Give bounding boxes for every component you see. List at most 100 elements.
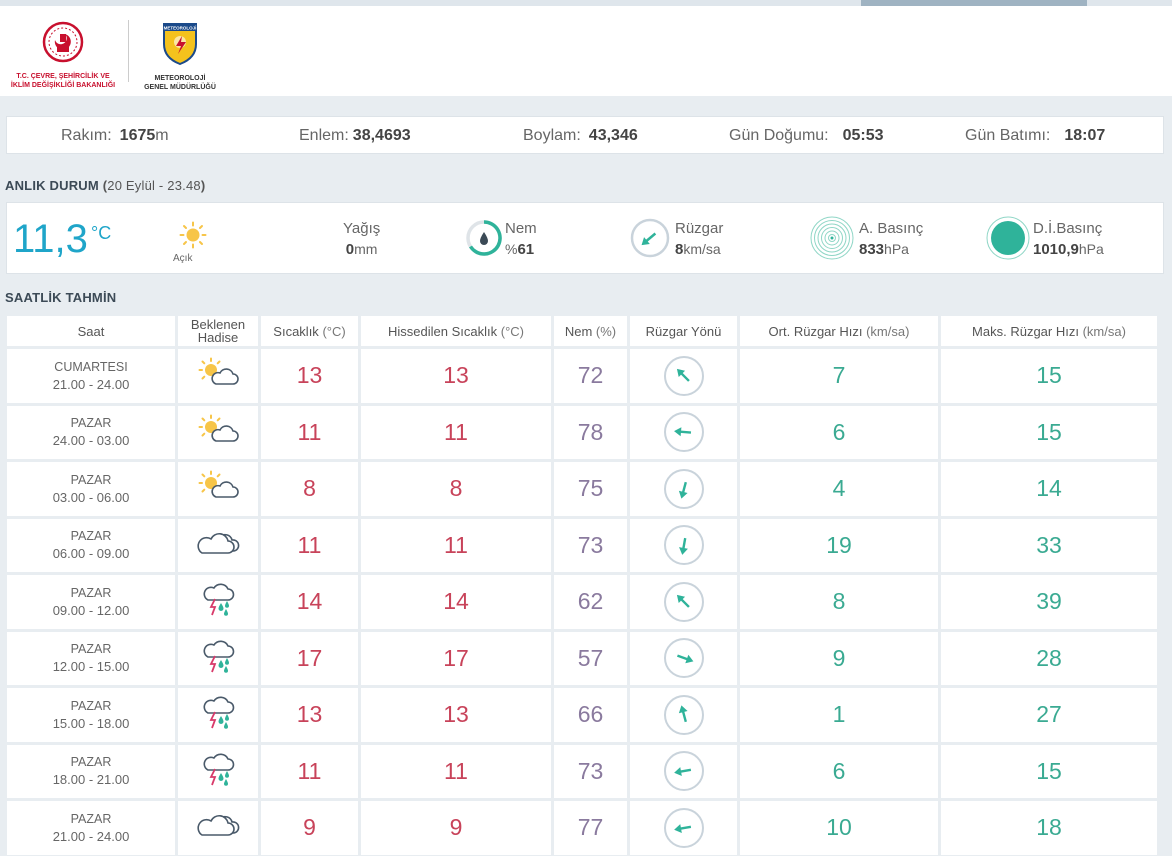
col-header-sicaklik-text: Sıcaklık [273,323,319,339]
ministry-name-line2: İKLİM DEĞİŞİKLİĞİ BAKANLIĞI [10,82,116,89]
cell-avg-wind: 4 [740,462,938,516]
mgm-logo[interactable]: METEOROLOJİ METEOROLOJİ GENEL MÜDÜRLÜĞÜ [138,20,222,92]
cell-wind-direction [630,801,737,855]
row-time-range: 09.00 - 12.00 [52,602,130,618]
current-temperature: 11,3 [13,217,88,261]
sea-level-pressure-value: 1010,9 [1033,241,1079,258]
latitude-info: Enlem: 38,4693 [299,127,411,145]
actual-pressure-label: A. Basınç [859,220,924,237]
cell-hadise [178,405,258,459]
wind-direction-arrow-icon [663,412,704,453]
cell-saat: Pazar 21.00 - 24.00 [7,801,175,855]
cell-feels-like: 9 [361,801,551,855]
cell-hadise [178,349,258,403]
col-header-saat: Saat [7,316,175,346]
wind-unit: km/sa [683,241,721,257]
col-header-sicaklik: Sıcaklık (°C) [261,316,358,346]
cell-max-wind: 39 [941,575,1157,629]
sea-level-pressure-unit: hPa [1078,241,1104,257]
humidity-gauge-icon [466,220,502,256]
row-day: Cumartesi [54,359,128,374]
latitude-label: Enlem: [299,127,349,144]
cell-temperature: 17 [261,631,358,685]
cell-humidity: 57 [554,631,627,685]
ministry-logo[interactable]: T.C. ÇEVRE, ŞEHİRCİLİK VE İKLİM DEĞİŞİKL… [6,20,120,92]
cell-avg-wind: 6 [740,405,938,459]
row-day: Pazar [70,755,112,770]
table-row: Pazar 18.00 - 21.00 11 11 73 6 15 [7,744,1157,798]
cell-max-wind: 15 [941,349,1157,403]
col-header-nem-unit: (%) [595,323,617,339]
cell-saat: Pazar 15.00 - 18.00 [7,688,175,742]
current-timestamp: 20 Eylül - 23.48 [107,178,201,193]
cell-humidity: 77 [554,801,627,855]
humidity-block: Nem %61 [505,219,537,260]
sunrise-info: Gün Doğumu: 05:53 [729,127,884,145]
col-header-hadise: Beklenen Hadise [178,316,258,346]
logo-divider [128,20,129,82]
cell-hadise [178,631,258,685]
cell-wind-direction [630,688,737,742]
precipitation-label: Yağış [343,220,381,237]
cell-avg-wind: 1 [740,688,938,742]
wind-direction-arrow-icon [663,638,704,679]
cell-feels-like: 11 [361,405,551,459]
row-day: Pazar [70,529,112,544]
cell-humidity: 73 [554,744,627,798]
wind-direction-icon [630,218,670,258]
cell-max-wind: 14 [941,462,1157,516]
cell-hadise [178,462,258,516]
longitude-info: Boylam: 43,346 [523,127,638,145]
cell-wind-direction [630,518,737,572]
cell-feels-like: 13 [361,349,551,403]
table-row: Pazar 06.00 - 09.00 11 11 73 19 33 [7,518,1157,572]
row-day: Pazar [70,472,112,487]
row-time-range: 18.00 - 21.00 [52,772,130,788]
table-row: Pazar 12.00 - 15.00 17 17 57 9 28 [7,631,1157,685]
table-row: Pazar 03.00 - 06.00 8 8 75 4 14 [7,462,1157,516]
actual-pressure-block: A. Basınç 833hPa [859,219,923,260]
pressure-rings-icon [810,216,854,260]
cell-wind-direction [630,575,737,629]
longitude-label: Boylam: [523,127,581,144]
cell-humidity: 72 [554,349,627,403]
sunset-label: Gün Batımı: [965,127,1051,144]
cell-hadise [178,688,258,742]
partly-cloudy-icon [196,357,240,393]
longitude-value: 43,346 [588,127,638,144]
cloudy-icon [194,532,242,563]
cell-saat: Pazar 18.00 - 21.00 [7,744,175,798]
col-header-maks-ruzgar-text: Maks. Rüzgar Hızı [972,323,1079,339]
location-info-bar: Rakım: 1675m Enlem: 38,4693 Boylam: 43,346 … [6,116,1164,154]
col-header-ruzgar-yonu: Rüzgar Yönü [630,316,737,346]
table-row: Pazar 09.00 - 12.00 14 14 62 8 39 [7,575,1157,629]
humidity-value: 61 [517,241,535,258]
sunrise-value: 05:53 [842,127,884,144]
cell-hadise [178,744,258,798]
col-header-ort-ruzgar-unit: (km/sa) [866,323,910,339]
actual-pressure-value: 833 [859,241,885,258]
table-row: Pazar 21.00 - 24.00 9 9 77 10 18 [7,801,1157,855]
cell-wind-direction [630,405,737,459]
sunset-info: Gün Batımı: 18:07 [965,127,1105,145]
row-day: Pazar [70,585,112,600]
thunderstorm-icon [199,583,237,622]
wind-direction-arrow-icon [663,525,704,566]
row-day: Pazar [70,416,112,431]
current-temperature-unit: °C [91,223,112,243]
precipitation-value: 0 [345,241,355,258]
cell-feels-like: 11 [361,744,551,798]
sea-level-pressure-icon [986,216,1030,260]
cell-temperature: 13 [261,349,358,403]
wind-direction-arrow-icon [663,355,704,396]
cell-avg-wind: 6 [740,744,938,798]
col-header-maks-ruzgar: Maks. Rüzgar Hızı (km/sa) [941,316,1157,346]
sun-icon [179,221,207,249]
cell-temperature: 9 [261,801,358,855]
cell-hadise [178,575,258,629]
mgm-name-line2: GENEL MÜDÜRLÜĞÜ [144,84,216,91]
cell-wind-direction [630,462,737,516]
sunset-value: 18:07 [1064,127,1106,144]
cell-saat: Cumartesi 21.00 - 24.00 [7,349,175,403]
humidity-prefix: % [505,241,518,257]
